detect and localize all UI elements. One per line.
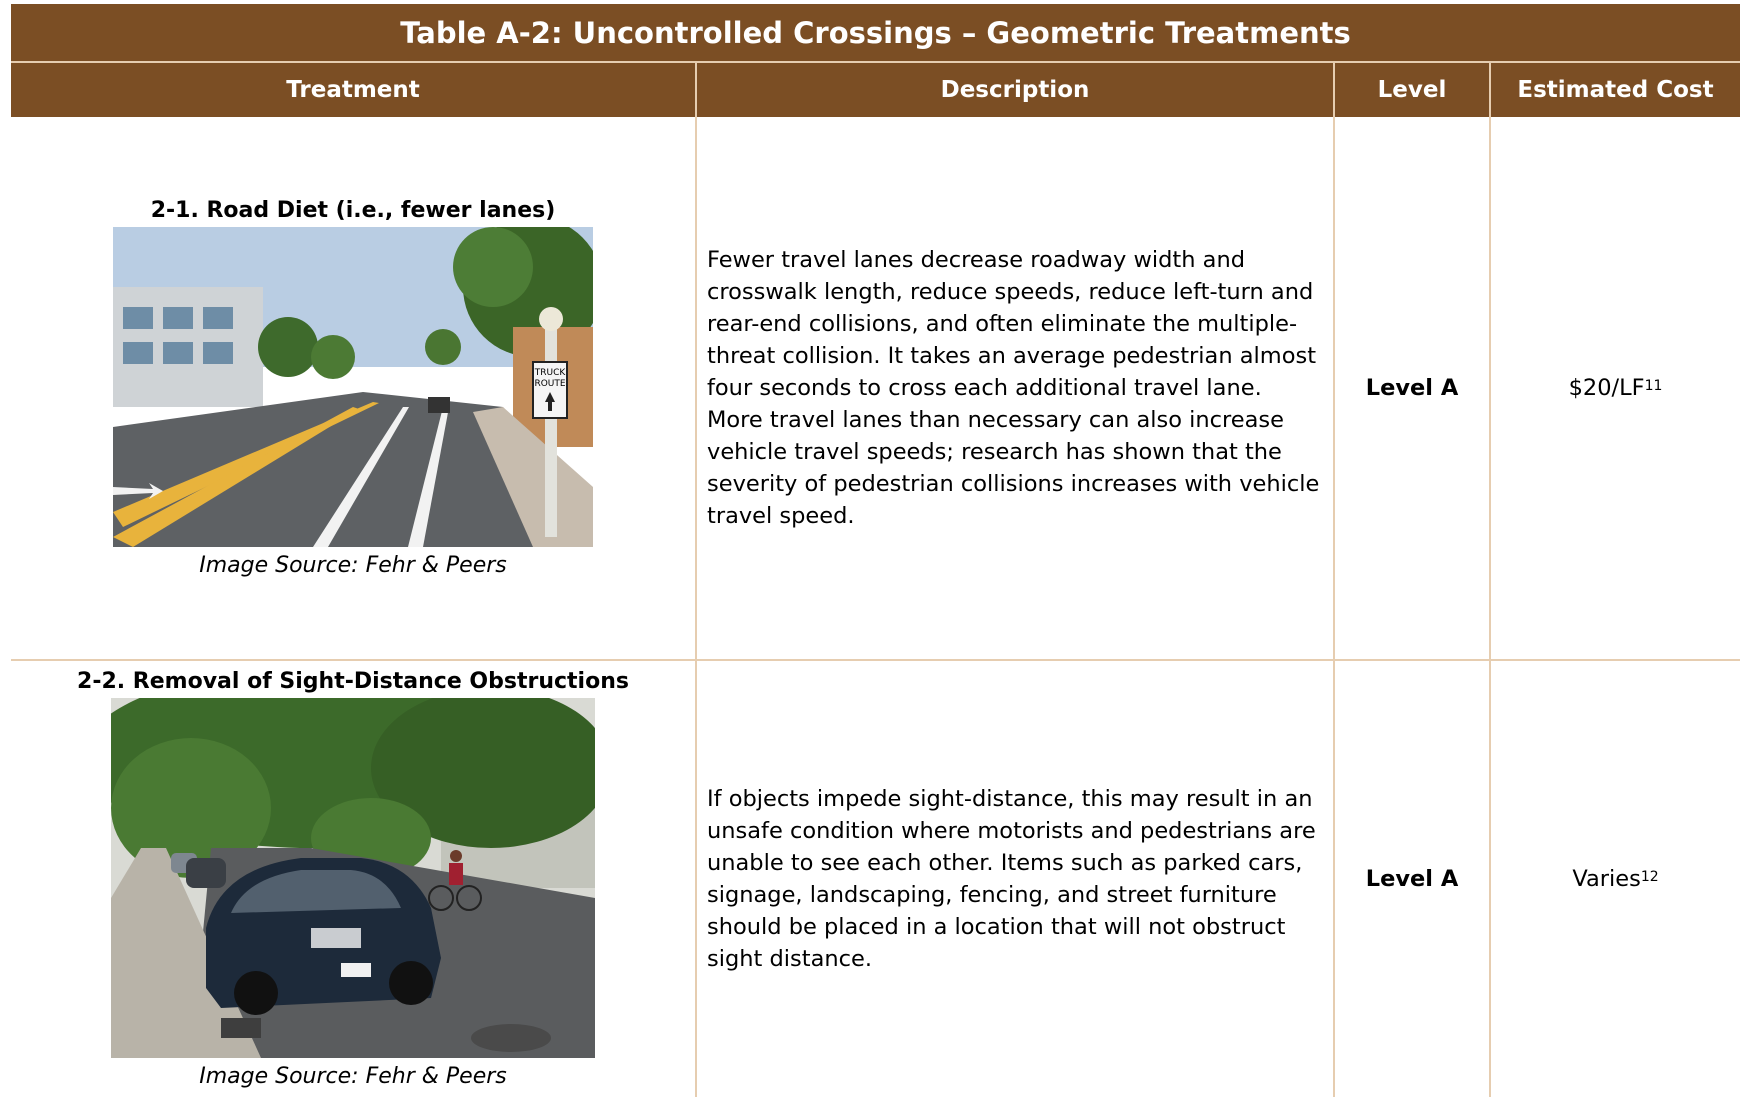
sign-route-text: ROUTE [534,379,565,389]
description-text: Fewer travel lanes decrease roadway widt… [707,247,1320,529]
cost-cell: Varies 12 [1491,661,1740,1097]
cost-value: Varies [1572,866,1641,892]
road-diet-photo: TRUCK ROUTE [113,227,593,547]
treatment-cell: 2-1. Road Diet (i.e., fewer lanes) TRUCK… [11,117,697,659]
cost-footnote: 11 [1644,378,1663,394]
table-row: 2-2. Removal of Sight-Distance Obstructi… [11,661,1740,1097]
image-caption: Image Source: Fehr & Peers [199,1064,507,1089]
table-title: Table A-2: Uncontrolled Crossings – Geom… [11,4,1740,63]
level-value: Level A [1365,375,1459,401]
table-header-row: Treatment Description Level Estimated Co… [11,63,1740,117]
header-treatment: Treatment [11,63,697,117]
header-level: Level [1335,63,1491,117]
level-cell: Level A [1335,661,1491,1097]
description-text: If objects impede sight-distance, this m… [707,786,1316,972]
treatment-cell: 2-2. Removal of Sight-Distance Obstructi… [11,661,697,1097]
cost-footnote: 12 [1640,869,1659,885]
treatments-table: Table A-2: Uncontrolled Crossings – Geom… [11,4,1740,1097]
header-description: Description [697,63,1335,117]
sight-distance-photo [111,698,595,1058]
description-cell: If objects impede sight-distance, this m… [697,661,1335,1097]
level-value: Level A [1365,866,1459,892]
sign-truck-text: TRUCK [534,368,567,378]
treatment-title: 2-2. Removal of Sight-Distance Obstructi… [77,669,629,694]
cost-value: $20/LF [1568,375,1645,401]
header-estimated-cost: Estimated Cost [1517,77,1714,103]
image-caption: Image Source: Fehr & Peers [199,553,507,578]
treatment-title: 2-1. Road Diet (i.e., fewer lanes) [150,198,556,223]
description-cell: Fewer travel lanes decrease roadway widt… [697,117,1335,659]
cost-cell: $20/LF 11 [1491,117,1740,659]
table-row: 2-1. Road Diet (i.e., fewer lanes) TRUCK… [11,117,1740,661]
level-cell: Level A [1335,117,1491,659]
